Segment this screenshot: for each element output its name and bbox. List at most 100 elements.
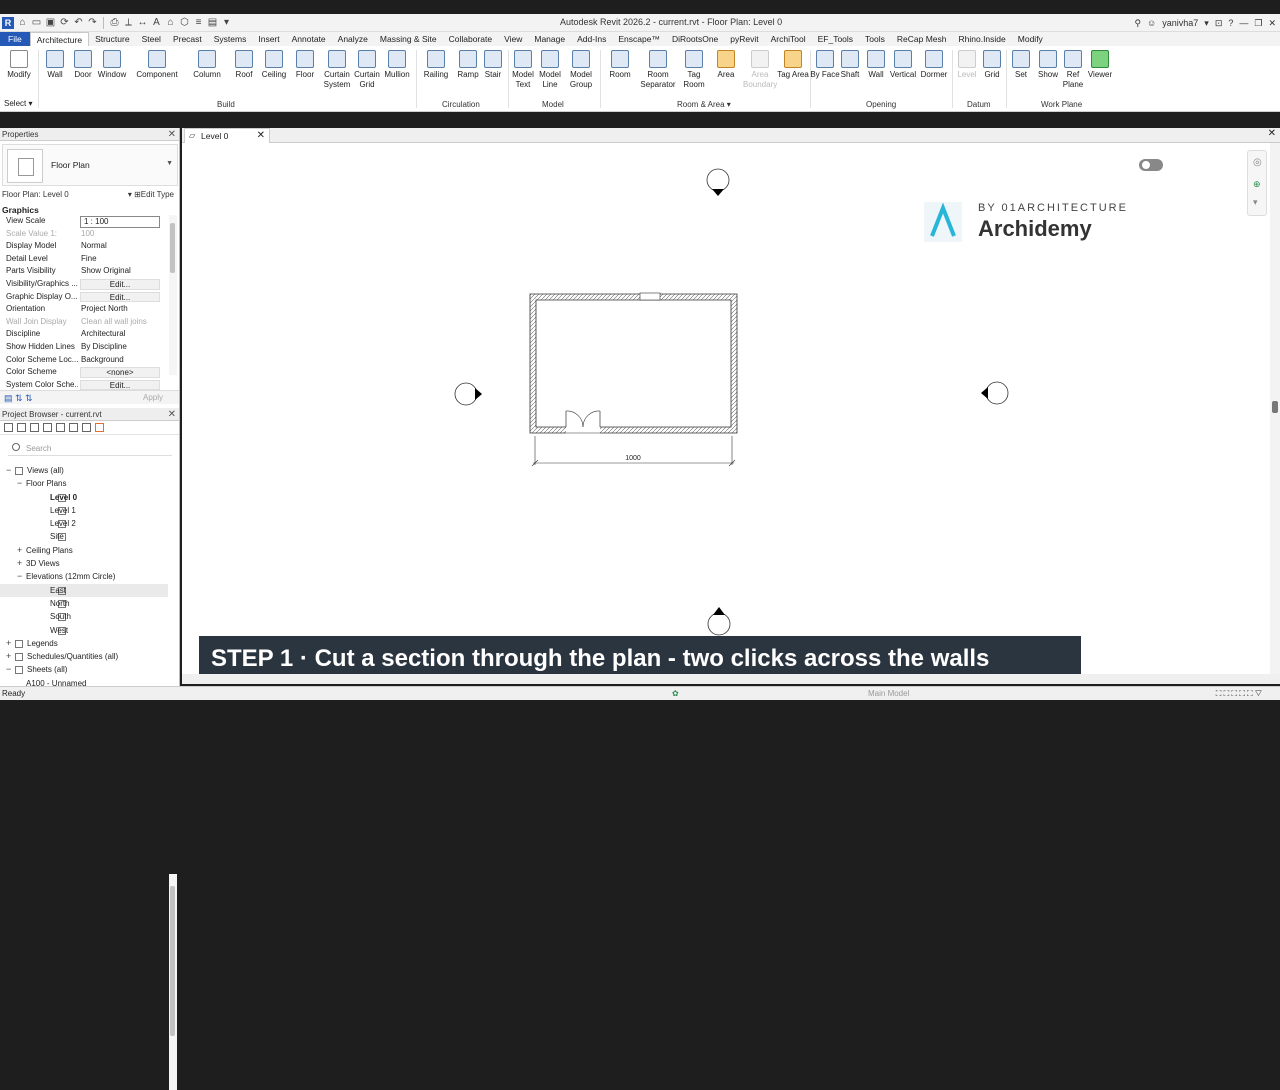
families-icon[interactable]: [56, 423, 65, 432]
elevation-marker-south[interactable]: [707, 607, 731, 636]
tab-dirootsone[interactable]: DiRootsOne: [666, 32, 724, 46]
home-icon[interactable]: [4, 423, 13, 432]
window-opening[interactable]: [639, 292, 661, 301]
tree-item-label[interactable]: Legends: [27, 637, 58, 650]
schedules-icon[interactable]: [43, 423, 52, 432]
curtain-system-button[interactable]: Curtain System: [320, 50, 354, 100]
property-value[interactable]: Show Original: [78, 265, 168, 278]
floor-button[interactable]: Floor: [288, 50, 322, 100]
edit-type-button[interactable]: ▾ ⊞Edit Type: [128, 190, 174, 199]
property-value[interactable]: Architectural: [78, 328, 168, 341]
tree-item-label[interactable]: South: [50, 610, 71, 623]
model-group-button[interactable]: Model Group: [564, 50, 598, 100]
print-icon[interactable]: ⎙: [109, 18, 120, 29]
tab-steel[interactable]: Steel: [136, 32, 167, 46]
tree-item[interactable]: − Elevations (12mm Circle): [0, 570, 168, 583]
instance-filter[interactable]: Floor Plan: Level 0 ▾ ⊞Edit Type: [2, 190, 178, 199]
sync-icon[interactable]: ⟳: [59, 18, 70, 29]
property-value[interactable]: By Discipline: [78, 341, 168, 354]
tree-item[interactable]: West: [0, 624, 168, 637]
tree-item[interactable]: + Ceiling Plans: [0, 544, 168, 557]
tag-room-button[interactable]: Tag Room: [677, 50, 711, 100]
tree-item-label[interactable]: Level 0: [50, 491, 77, 504]
expand-icon[interactable]: +: [17, 557, 22, 570]
tree-item-label[interactable]: Site: [50, 530, 64, 543]
tree-item-label[interactable]: Schedules/Quantities (all): [27, 650, 118, 663]
tree-item-label[interactable]: Sheets (all): [27, 663, 67, 676]
thin-lines-icon[interactable]: ≡: [193, 18, 204, 29]
area-button[interactable]: Area: [709, 50, 743, 100]
help-icon[interactable]: ?: [1228, 18, 1233, 28]
tab-level-0[interactable]: ▱ Level 0 ✕: [184, 128, 270, 143]
text-icon[interactable]: A: [151, 18, 162, 29]
views-icon[interactable]: [17, 423, 26, 432]
curtain-grid-button[interactable]: Curtain Grid: [350, 50, 384, 100]
dimension-text[interactable]: 1000: [625, 455, 641, 462]
window-button[interactable]: Window: [95, 50, 129, 100]
tab-ef-tools[interactable]: EF_Tools: [812, 32, 859, 46]
chevron-down-icon[interactable]: ▼: [166, 160, 173, 167]
room-button[interactable]: Room: [603, 50, 637, 100]
properties-help-icon[interactable]: ▤ ⇅ ⇅: [4, 393, 33, 404]
zoom-dropdown-icon[interactable]: ▾: [1253, 197, 1258, 208]
customize-icon[interactable]: ▾: [221, 18, 232, 29]
model-label[interactable]: Main Model: [868, 689, 909, 698]
tree-item[interactable]: North: [0, 597, 168, 610]
elevation-marker-west[interactable]: [454, 382, 482, 406]
tree-item[interactable]: + Schedules/Quantities (all): [0, 650, 168, 663]
expand-icon[interactable]: +: [6, 637, 11, 650]
links-icon[interactable]: [82, 423, 91, 432]
open-icon[interactable]: ▭: [31, 18, 42, 29]
property-value[interactable]: Fine: [78, 253, 168, 266]
tree-item[interactable]: South: [0, 610, 168, 623]
collapse-icon[interactable]: −: [17, 570, 22, 583]
collapse-icon[interactable]: −: [17, 477, 22, 490]
viewer-button[interactable]: Viewer: [1083, 50, 1117, 100]
browser-scrollbar[interactable]: [169, 874, 177, 1090]
restore-icon[interactable]: ❐: [1254, 18, 1262, 29]
navigation-bar[interactable]: ◎ ⊕ ▾: [1247, 150, 1267, 216]
edit-button[interactable]: Edit...: [80, 278, 160, 290]
tree-item-label[interactable]: Level 1: [50, 504, 76, 517]
tree-item[interactable]: East: [0, 583, 168, 597]
expand-icon[interactable]: +: [6, 650, 11, 663]
scrollbar-thumb[interactable]: [1272, 401, 1278, 413]
tab-view[interactable]: View: [498, 32, 528, 46]
tab-add-ins[interactable]: Add-Ins: [571, 32, 612, 46]
tree-item[interactable]: Site: [0, 530, 168, 543]
tag-area-button[interactable]: Tag Area: [776, 50, 810, 100]
section-icon[interactable]: ⬡: [179, 18, 190, 29]
tab-architool[interactable]: ArchiTool: [765, 32, 812, 46]
stair-button[interactable]: Stair: [476, 50, 510, 100]
mullion-button[interactable]: Mullion: [380, 50, 414, 100]
railing-button[interactable]: Railing: [419, 50, 453, 100]
tab-manage[interactable]: Manage: [528, 32, 571, 46]
groups-icon[interactable]: [69, 423, 78, 432]
property-value[interactable]: 1 : 100: [80, 216, 160, 228]
collapse-icon[interactable]: −: [6, 464, 11, 477]
undo-icon[interactable]: ↶: [73, 18, 84, 29]
save-icon[interactable]: ▣: [45, 18, 56, 29]
room-separator-button[interactable]: Room Separator: [638, 50, 678, 100]
revit-logo-icon[interactable]: R: [2, 17, 14, 29]
tab-rhino-inside[interactable]: Rhino.Inside: [953, 32, 1012, 46]
tree-item-label[interactable]: 3D Views: [26, 557, 60, 570]
tree-item-label[interactable]: Elevations (12mm Circle): [26, 570, 115, 583]
dimension-icon[interactable]: ↔: [137, 18, 148, 29]
property-value[interactable]: Clean all wall joins: [78, 316, 168, 329]
tab-collaborate[interactable]: Collaborate: [443, 32, 498, 46]
collapse-icon[interactable]: −: [6, 663, 11, 676]
worksets-icon[interactable]: ✿: [672, 687, 679, 700]
tab-file[interactable]: File: [0, 32, 30, 46]
link-icon[interactable]: [95, 423, 104, 432]
measure-icon[interactable]: ⟂: [123, 18, 134, 29]
home-icon[interactable]: ⌂: [17, 18, 28, 29]
tab-recap-mesh[interactable]: ReCap Mesh: [891, 32, 953, 46]
tab-insert[interactable]: Insert: [252, 32, 285, 46]
scrollbar-thumb[interactable]: [170, 223, 175, 273]
toggle-switch[interactable]: [1139, 159, 1163, 171]
roof-button[interactable]: Roof: [227, 50, 261, 100]
scrollbar-thumb[interactable]: [170, 886, 175, 1036]
tree-item[interactable]: Level 0: [0, 491, 168, 504]
minimize-icon[interactable]: —: [1239, 18, 1248, 28]
